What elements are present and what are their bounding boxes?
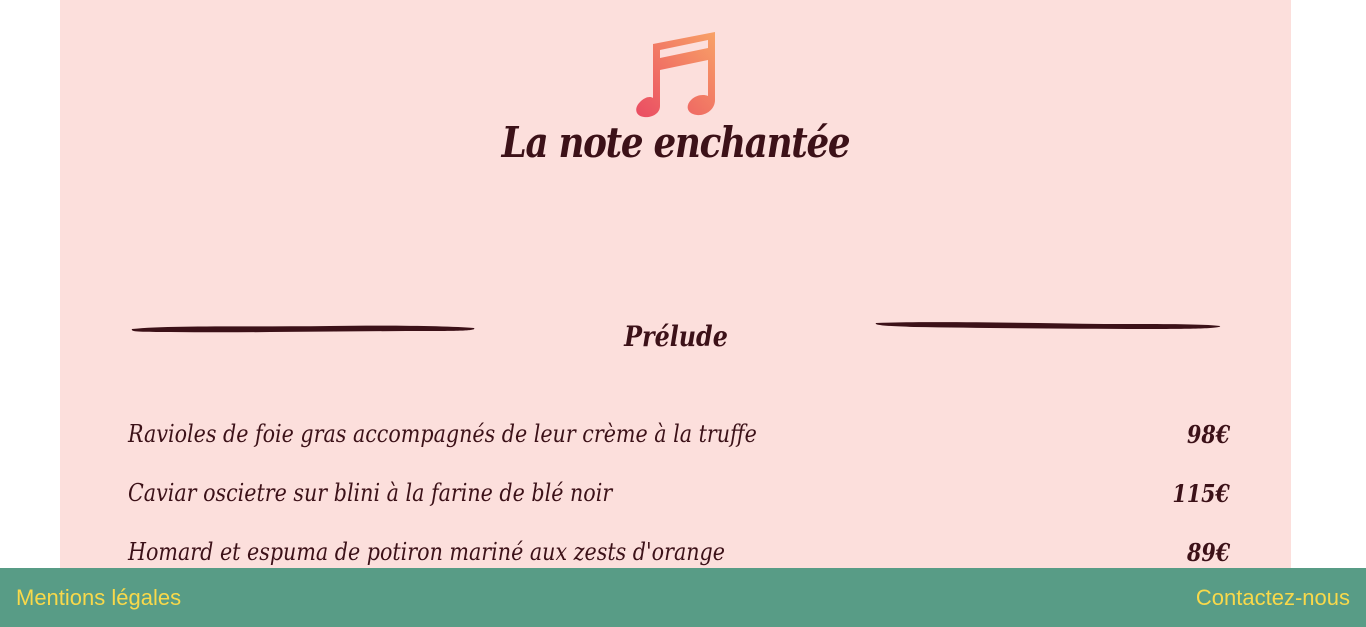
menu-item: Ravioles de foie gras accompagnés de leu… [128, 420, 1230, 479]
footer: Mentions légales Contactez-nous [0, 568, 1366, 627]
menu-page: La note enchantée Prélude Ravioles de fo… [60, 0, 1291, 627]
dish-name: Homard et espuma de potiron mariné aux z… [128, 538, 725, 566]
music-note-icon [636, 32, 715, 118]
dish-price: 98€ [1186, 420, 1230, 449]
dish-name: Caviar oscietre sur blini à la farine de… [128, 479, 613, 507]
dish-price: 89€ [1186, 538, 1230, 567]
legal-notice-link[interactable]: Mentions légales [16, 585, 181, 611]
brush-divider-right [875, 322, 1221, 329]
menu-item: Caviar oscietre sur blini à la farine de… [128, 479, 1230, 538]
menu-section-header: Prélude [130, 310, 1222, 360]
dish-price: 115€ [1172, 479, 1230, 508]
contact-link[interactable]: Contactez-nous [1196, 585, 1350, 611]
site-title: La note enchantée [501, 118, 851, 167]
dish-name: Ravioles de foie gras accompagnés de leu… [128, 420, 757, 448]
